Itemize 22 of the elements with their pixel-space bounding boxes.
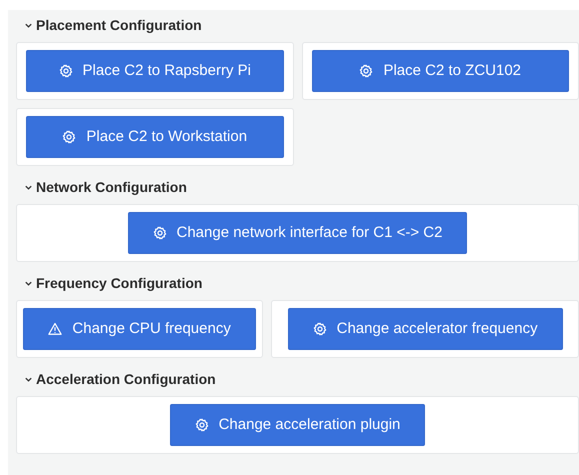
action-button[interactable]: Place C2 to Workstation	[26, 116, 284, 158]
section-title: Placement Configuration	[36, 16, 202, 35]
settings-icon	[152, 226, 166, 240]
action-button[interactable]: Change acceleration plugin	[170, 404, 426, 446]
settings-icon	[312, 322, 327, 336]
action-button[interactable]: Place C2 to ZCU102	[312, 50, 569, 92]
settings-icon	[58, 64, 73, 78]
chevron-down-icon[interactable]	[24, 20, 33, 30]
warning-icon	[48, 322, 62, 336]
chevron-down-icon[interactable]	[24, 278, 33, 288]
settings-icon	[194, 418, 209, 432]
action-button[interactable]: Change accelerator frequency	[288, 308, 563, 350]
chevron-down-icon[interactable]	[24, 182, 33, 192]
action-button[interactable]: Change CPU frequency	[23, 308, 256, 350]
section-title: Frequency Configuration	[36, 274, 202, 293]
settings-icon	[62, 130, 76, 144]
action-button[interactable]: Change network interface for C1 <-> C2	[128, 212, 468, 254]
settings-icon	[359, 64, 374, 78]
chevron-down-icon[interactable]	[24, 374, 33, 384]
section-title: Acceleration Configuration	[36, 370, 216, 389]
action-button[interactable]: Place C2 to Rapsberry Pi	[26, 50, 284, 92]
section-title: Network Configuration	[36, 178, 187, 197]
